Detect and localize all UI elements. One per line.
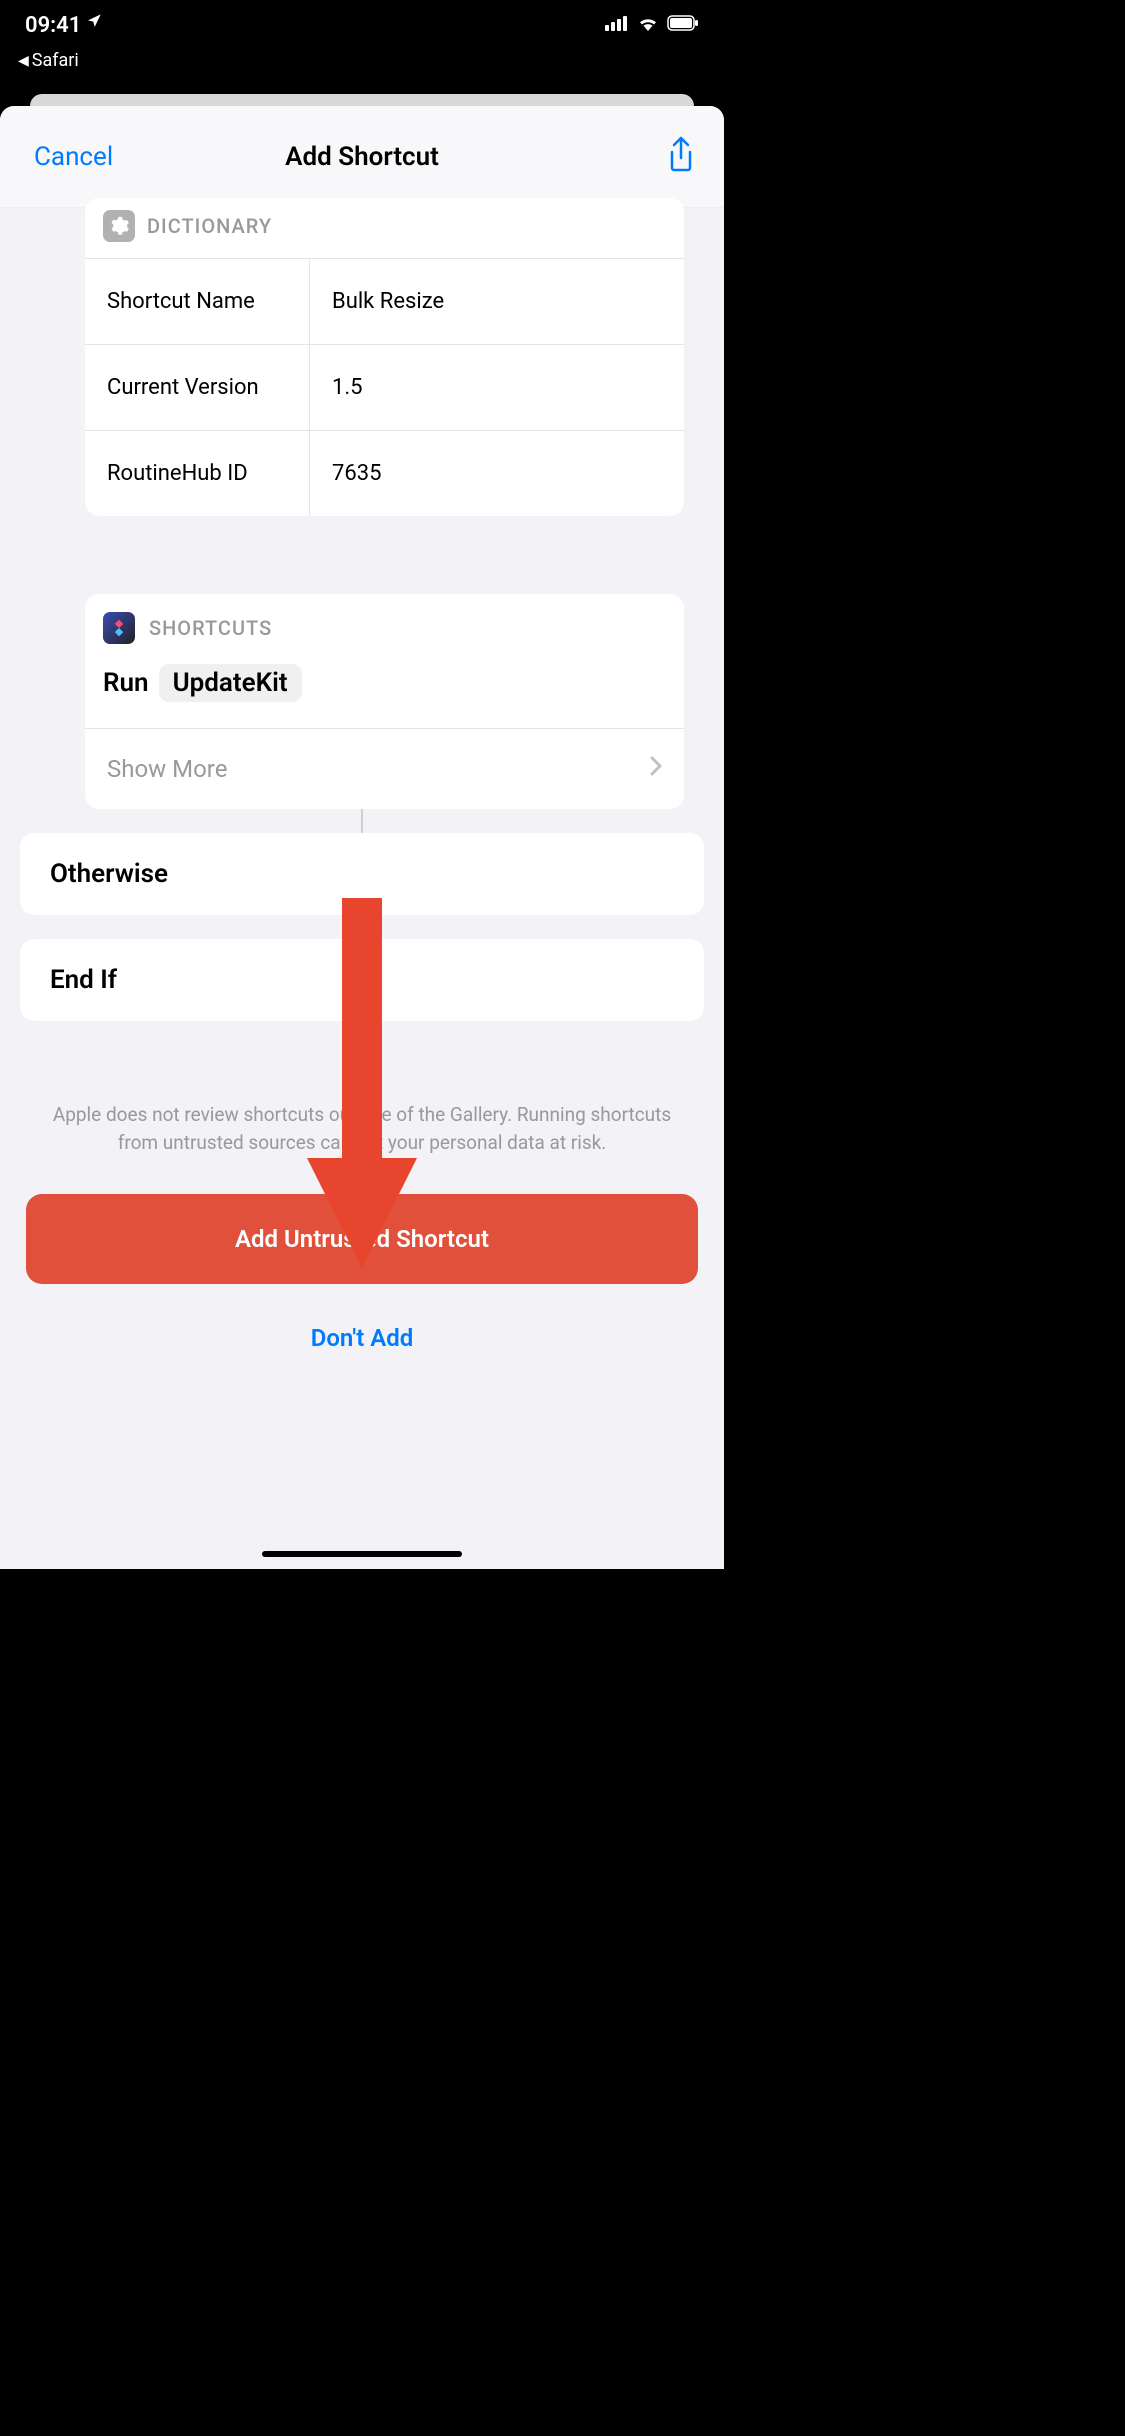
status-time-area: 09:41 <box>25 13 102 38</box>
show-more-label: Show More <box>107 755 227 783</box>
shortcuts-app-icon <box>103 612 135 644</box>
show-more-row[interactable]: Show More <box>85 728 684 809</box>
dictionary-label: DICTIONARY <box>147 214 272 238</box>
location-services-icon <box>86 13 102 33</box>
dictionary-row: RoutineHub ID 7635 <box>85 430 684 516</box>
run-action-row: Run UpdateKit <box>85 654 684 728</box>
dict-key: RoutineHub ID <box>85 431 310 516</box>
endif-block: End If <box>20 939 704 1021</box>
dict-value: 1.5 <box>310 345 684 430</box>
modal-sheet: Cancel Add Shortcut DICTIONARY Shortcut … <box>0 106 724 1569</box>
sheet-title: Add Shortcut <box>285 142 439 172</box>
dict-key: Current Version <box>85 345 310 430</box>
dictionary-row: Current Version 1.5 <box>85 344 684 430</box>
dictionary-row: Shortcut Name Bulk Resize <box>85 258 684 344</box>
wifi-icon <box>637 15 659 35</box>
otherwise-block: Otherwise <box>20 833 704 915</box>
share-button[interactable] <box>666 136 696 178</box>
shortcuts-header: SHORTCUTS <box>85 594 684 654</box>
status-time: 09:41 <box>25 13 81 38</box>
battery-icon <box>667 15 699 35</box>
run-label: Run <box>103 668 149 698</box>
action-connector <box>361 809 363 833</box>
content-area: DICTIONARY Shortcut Name Bulk Resize Cur… <box>0 198 724 809</box>
back-to-app[interactable]: ◀ Safari <box>18 50 79 71</box>
cellular-icon <box>605 15 629 35</box>
run-target-pill[interactable]: UpdateKit <box>159 664 302 702</box>
dont-add-button[interactable]: Don't Add <box>0 1284 724 1392</box>
dont-add-label: Don't Add <box>311 1324 414 1352</box>
sheet-header: Cancel Add Shortcut <box>0 106 724 208</box>
otherwise-label: Otherwise <box>50 859 168 889</box>
dict-value: 7635 <box>310 431 684 516</box>
shortcuts-label: SHORTCUTS <box>149 616 272 640</box>
cancel-button[interactable]: Cancel <box>34 142 113 172</box>
chevron-right-icon <box>650 756 662 782</box>
run-shortcut-action-card: SHORTCUTS Run UpdateKit Show More <box>85 594 684 809</box>
add-button-label: Add Untrusted Shortcut <box>235 1225 489 1253</box>
add-untrusted-shortcut-button[interactable]: Add Untrusted Shortcut <box>26 1194 698 1284</box>
action-connector <box>361 915 363 939</box>
back-triangle-icon: ◀ <box>18 53 29 69</box>
dict-key: Shortcut Name <box>85 259 310 344</box>
disclaimer-text: Apple does not review shortcuts outside … <box>0 1021 724 1194</box>
status-bar: 09:41 <box>0 0 724 50</box>
home-indicator[interactable] <box>262 1551 462 1557</box>
status-indicators <box>605 15 699 35</box>
gear-icon <box>103 210 135 242</box>
dictionary-action-card: DICTIONARY Shortcut Name Bulk Resize Cur… <box>85 198 684 516</box>
dict-value: Bulk Resize <box>310 259 684 344</box>
endif-label: End If <box>50 965 117 995</box>
dictionary-header: DICTIONARY <box>85 198 684 258</box>
back-app-label: Safari <box>32 50 79 71</box>
